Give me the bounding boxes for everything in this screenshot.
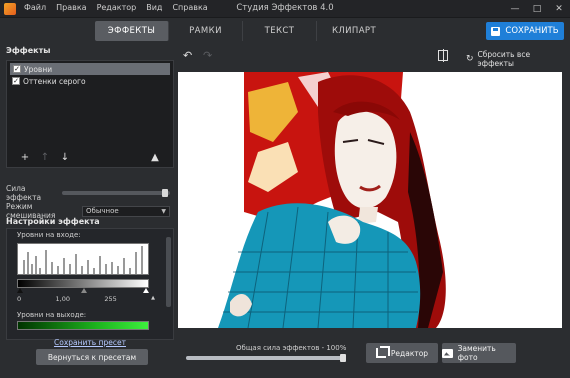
input-white-value[interactable]: 255 [104,295,116,303]
refresh-icon: ↻ [466,54,474,64]
menu-help[interactable]: Справка [172,3,207,12]
main-tabs: ЭФФЕКТЫ РАМКИ ТЕКСТ КЛИПАРТ [95,21,391,41]
white-point-handle[interactable] [143,288,149,293]
tab-clipart[interactable]: КЛИПАРТ [317,21,391,41]
histogram-graphic [23,246,143,274]
gamma-handle[interactable] [81,288,87,293]
redo-icon[interactable]: ↷ [203,49,212,62]
replace-photo-button[interactable]: Заменить фото [442,343,516,363]
effects-heading: Эффекты [6,46,51,55]
crop-icon [375,346,390,358]
reset-all-effects-button[interactable]: ↻ Сбросить все эффекты [466,50,564,68]
title-bar: Файл Правка Редактор Вид Справка Студия … [0,0,570,18]
overall-strength-knob[interactable] [340,354,346,362]
menu-view[interactable]: Вид [146,3,162,12]
compare-icon[interactable] [438,49,448,62]
photo-canvas[interactable] [178,72,562,328]
delete-icon[interactable]: ▲ [145,152,165,163]
canvas-toolbar: ↶ ↷ ↻ Сбросить все эффекты [178,46,564,68]
minimize-icon[interactable]: — [508,2,522,16]
undo-icon[interactable]: ↶ [183,49,192,62]
input-levels-markers [17,288,149,294]
save-button-label: СОХРАНИТЬ [505,26,559,36]
floppy-disk-icon [491,26,501,36]
app-logo-icon [4,3,16,15]
effect-strength-row: Сила эффекта [6,184,170,202]
effect-strength-slider[interactable] [62,189,170,197]
effect-strength-knob[interactable] [162,189,168,197]
overall-strength-slider[interactable] [186,354,346,362]
input-levels-label: Уровни на входе: [17,231,81,239]
input-white-stepper-icon[interactable]: ▲ [151,295,155,303]
menu-file[interactable]: Файл [24,3,46,12]
save-button[interactable]: СОХРАНИТЬ [486,22,564,40]
bottom-bar: Общая сила эффектов - 100% Редактор Заме… [178,334,564,372]
chevron-down-icon: ▼ [161,207,166,215]
overall-strength-label: Общая сила эффектов - 100% [236,344,347,352]
menu-edit[interactable]: Правка [56,3,86,12]
close-icon[interactable]: ✕ [552,2,566,16]
effect-item-levels[interactable]: ✓ Уровни [10,63,170,75]
output-levels-label: Уровни на выходе: [17,311,87,319]
overall-strength-fill [186,356,346,360]
output-levels-gradient[interactable] [17,321,149,330]
settings-heading: Настройки эффекта [6,217,100,226]
effect-strength-label: Сила эффекта [6,184,42,202]
window-controls: — □ ✕ [508,2,566,16]
reset-all-effects-label: Сбросить все эффекты [477,50,531,68]
input-black-value[interactable]: 0 [17,295,21,303]
input-gamma-value[interactable]: 1,00 [56,295,70,303]
levels-histogram [17,243,149,275]
effect-item-label: Оттенки серого [23,76,86,86]
input-levels-gradient[interactable] [17,279,149,288]
effect-checkbox-grayscale[interactable]: ✓ [12,77,20,85]
back-to-presets-button[interactable]: Вернуться к пресетам [36,349,148,365]
effect-item-label: Уровни [24,64,53,74]
save-preset-link[interactable]: Сохранить пресет [6,338,174,347]
tab-effects[interactable]: ЭФФЕКТЫ [95,21,169,41]
editor-button[interactable]: Редактор [366,343,438,363]
tab-text[interactable]: ТЕКСТ [243,21,317,41]
effect-settings-panel: Уровни на входе: 0 1,00 255 ▲ Уровни на … [6,228,174,340]
editor-button-label: Редактор [390,348,429,358]
replace-photo-button-label: Заменить фото [457,344,496,362]
processed-photo [178,72,562,328]
move-down-icon[interactable]: ↓ [55,152,75,163]
photo-icon [442,348,453,358]
add-icon[interactable]: + [15,152,35,163]
move-up-icon[interactable]: ↑ [35,152,55,163]
menu-bar: Файл Правка Редактор Вид Справка [24,3,208,12]
black-point-handle[interactable] [17,288,23,293]
effects-list: ✓ Уровни ✓ Оттенки серого + ↑ ↓ ▲ [6,60,174,168]
left-panel: Эффекты ✓ Уровни ✓ Оттенки серого + ↑ ↓ … [6,46,174,372]
tab-frames[interactable]: РАМКИ [169,21,243,41]
effects-toolbar: + ↑ ↓ ▲ [15,152,165,163]
maximize-icon[interactable]: □ [530,2,544,16]
tabs-row: ЭФФЕКТЫ РАМКИ ТЕКСТ КЛИПАРТ СОХРАНИТЬ [0,19,570,43]
menu-editor[interactable]: Редактор [97,3,137,12]
blend-mode-select[interactable]: Обычное ▼ [82,205,170,217]
input-levels-values: 0 1,00 255 ▲ [17,295,155,303]
effect-checkbox-levels[interactable]: ✓ [13,65,21,73]
settings-scrollbar[interactable] [166,237,171,307]
effect-item-grayscale[interactable]: ✓ Оттенки серого [7,75,173,87]
blend-mode-value: Обычное [86,207,119,215]
